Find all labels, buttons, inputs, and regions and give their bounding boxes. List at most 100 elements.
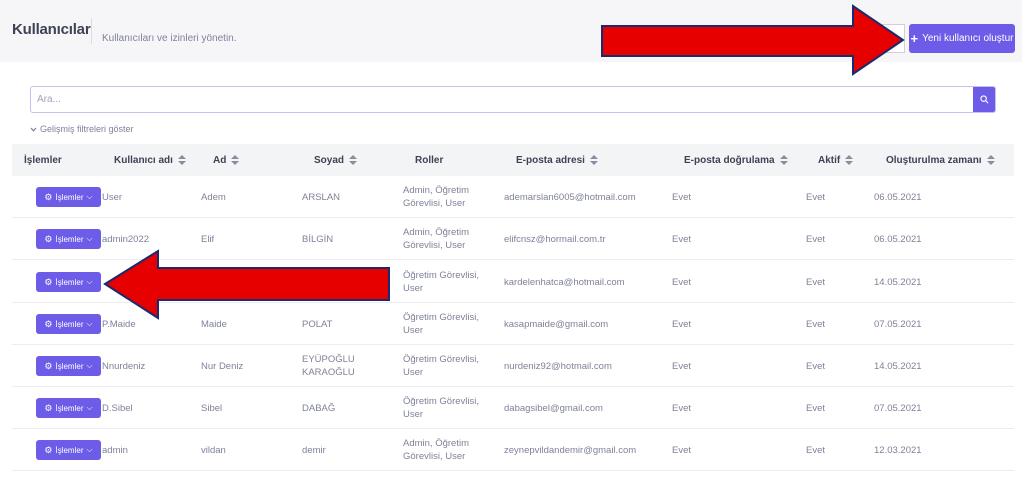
row-actions-button[interactable]: ⚙ İşlemler ⌵	[36, 187, 101, 207]
cell-email-confirmed: Evet	[672, 360, 692, 372]
cell-surname: demir	[302, 444, 326, 456]
row-actions-button[interactable]: ⚙ İşlemler ⌵	[36, 229, 101, 249]
cell-username: User	[102, 191, 123, 203]
cell-username: Nnurdeniz	[102, 360, 146, 372]
column-label: E-posta doğrulama	[684, 154, 775, 166]
cell-active: Evet	[806, 276, 826, 288]
gear-icon: ⚙	[44, 402, 53, 413]
column-label: İşlemler	[24, 154, 62, 166]
annotation-arrow-left	[103, 249, 390, 320]
gear-icon: ⚙	[44, 318, 53, 329]
chevron-down-icon: ⌵	[86, 234, 93, 243]
sort-icon	[589, 155, 598, 165]
sort-icon	[779, 155, 788, 165]
cell-active: Evet	[806, 360, 826, 372]
column-label: Soyad	[314, 154, 345, 166]
sort-icon	[986, 155, 995, 165]
table-row: ⚙ İşlemler ⌵ Nnurdeniz Nur Deniz EYÜPOĞLU KAR…	[12, 345, 1014, 387]
cell-name: Nur Deniz	[201, 360, 244, 372]
advanced-filters-label: Gelişmiş filtreleri göster	[40, 124, 134, 134]
chevron-down-icon: ⌵	[86, 445, 93, 454]
column-label: Ad	[213, 154, 227, 166]
cell-created: 12.03.2021	[874, 444, 922, 456]
column-header-username[interactable]: Kullanıcı adı	[114, 144, 186, 176]
row-actions-label: İşlemler	[55, 403, 84, 413]
gear-icon: ⚙	[44, 191, 53, 202]
cell-created: 07.05.2021	[874, 402, 922, 414]
chevron-down-icon	[30, 127, 37, 132]
cell-roles: Öğretim Görevlisi, User	[403, 396, 480, 420]
cell-roles: Öğretim Görevlisi, User	[403, 270, 480, 294]
column-header-email[interactable]: E-posta adresi	[516, 144, 598, 176]
new-user-button[interactable]: + Yeni kullanıcı oluştur	[909, 24, 1015, 53]
row-actions-button[interactable]: ⚙ İşlemler ⌵	[36, 272, 101, 292]
cell-roles: Admin, Öğretim Görevlisi, User	[403, 185, 469, 209]
cell-roles: Admin, Öğretim Görevlisi, User	[403, 227, 469, 251]
column-header-surname[interactable]: Soyad	[314, 144, 358, 176]
row-actions-label: İşlemler	[55, 234, 84, 244]
cell-email: kardelenhatca@hotmail.com	[504, 276, 625, 288]
cell-email: kasapmaide@gmail.com	[504, 318, 609, 330]
cell-created: 06.05.2021	[874, 233, 922, 245]
column-label: E-posta adresi	[516, 154, 585, 166]
gear-icon: ⚙	[44, 276, 53, 287]
search-button[interactable]	[973, 87, 995, 112]
new-user-label: Yeni kullanıcı oluştur	[922, 33, 1014, 44]
row-actions-label: İşlemler	[55, 319, 84, 329]
column-label: Aktif	[818, 154, 841, 166]
cell-name: vildan	[201, 444, 226, 456]
cell-email-confirmed: Evet	[672, 191, 692, 203]
chevron-down-icon: ⌵	[86, 403, 93, 412]
column-header-name[interactable]: Ad	[213, 144, 240, 176]
search-input[interactable]	[31, 87, 971, 112]
column-label: Oluşturulma zamanı	[886, 154, 982, 166]
cell-created: 06.05.2021	[874, 191, 922, 203]
row-actions-button[interactable]: ⚙ İşlemler ⌵	[36, 398, 101, 418]
row-actions-label: İşlemler	[55, 277, 84, 287]
advanced-filters-toggle[interactable]: Gelişmiş filtreleri göster	[30, 124, 134, 134]
cell-email-confirmed: Evet	[672, 444, 692, 456]
page-title: Kullanıcılar	[12, 21, 91, 38]
chevron-down-icon: ⌵	[86, 192, 93, 201]
cell-username: admin	[102, 444, 128, 456]
search-icon	[979, 95, 988, 104]
sort-icon	[177, 155, 186, 165]
search-bar	[30, 86, 996, 113]
cell-created: 14.05.2021	[874, 276, 922, 288]
cell-active: Evet	[806, 402, 826, 414]
row-actions-label: İşlemler	[55, 445, 84, 455]
cell-created: 14.05.2021	[874, 360, 922, 372]
column-label: Roller	[415, 154, 444, 166]
row-actions-label: İşlemler	[55, 192, 84, 202]
column-header-active[interactable]: Aktif	[818, 144, 854, 176]
gear-icon: ⚙	[44, 444, 53, 455]
cell-email: elifcnsz@hormail.com.tr	[504, 233, 606, 245]
cell-name: Adem	[201, 191, 226, 203]
cell-surname: EYÜPOĞLU KARAOĞLU	[302, 354, 355, 378]
chevron-down-icon: ⌵	[86, 277, 93, 286]
page-description: Kullanıcıları ve izinleri yönetin.	[102, 33, 237, 44]
row-actions-button[interactable]: ⚙ İşlemler ⌵	[36, 314, 101, 334]
column-header-actions: İşlemler	[24, 144, 62, 176]
cell-active: Evet	[806, 318, 826, 330]
plus-icon: +	[910, 31, 919, 46]
cell-created: 07.05.2021	[874, 318, 922, 330]
column-label: Kullanıcı adı	[114, 154, 173, 166]
cell-roles: Öğretim Görevlisi, User	[403, 354, 480, 378]
table-header: İşlemler Kullanıcı adı Ad Soyad Roller E…	[12, 144, 1014, 176]
cell-name: Sibel	[201, 402, 223, 414]
cell-surname: DABAĞ	[302, 402, 336, 414]
cell-active: Evet	[806, 444, 826, 456]
table-row: ⚙ İşlemler ⌵ D.Sibel Sibel DABAĞ Öğretim Görev…	[12, 387, 1014, 429]
column-header-created[interactable]: Oluşturulma zamanı	[886, 144, 995, 176]
row-actions-button[interactable]: ⚙ İşlemler ⌵	[36, 440, 101, 460]
annotation-arrow-right	[601, 4, 905, 76]
column-header-email-confirmed[interactable]: E-posta doğrulama	[684, 144, 788, 176]
sort-icon	[845, 155, 854, 165]
table-row: ⚙ İşlemler ⌵ admin vildan demir Admin, Öğretim…	[12, 429, 1014, 471]
chevron-down-icon: ⌵	[86, 319, 93, 328]
cell-email: zeynepvildandemir@gmail.com	[504, 444, 637, 456]
cell-active: Evet	[806, 233, 826, 245]
chevron-down-icon: ⌵	[86, 361, 93, 370]
row-actions-button[interactable]: ⚙ İşlemler ⌵	[36, 356, 101, 376]
